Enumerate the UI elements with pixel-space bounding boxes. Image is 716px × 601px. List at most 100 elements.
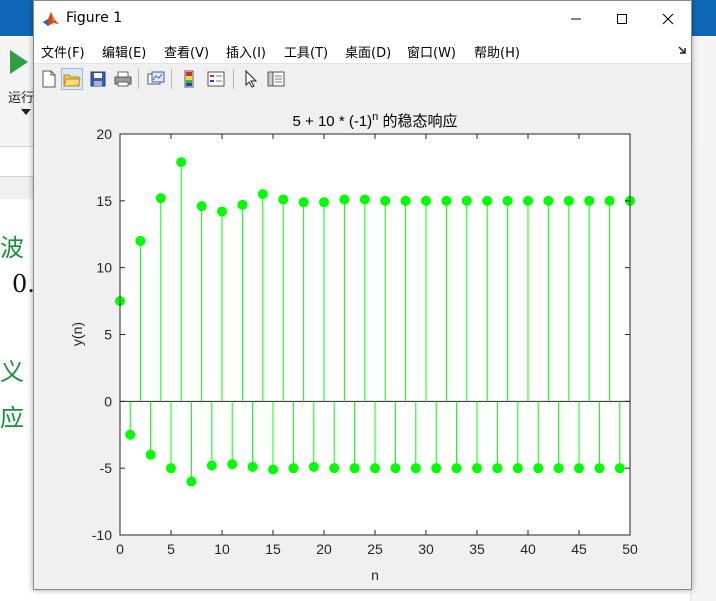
x-tick-label: 15 (265, 541, 281, 557)
stem-marker (319, 197, 329, 208)
open-file-button[interactable] (61, 68, 83, 90)
close-button[interactable] (645, 1, 691, 37)
run-label[interactable]: 运行 (8, 87, 34, 106)
stem-marker (533, 463, 544, 474)
stem-marker (217, 206, 227, 217)
stem-marker (441, 195, 452, 206)
x-tick-label: 50 (622, 541, 638, 557)
y-tick-label: 20 (96, 126, 112, 142)
stem-marker (421, 195, 431, 206)
stem-marker (155, 193, 166, 204)
menu-view[interactable]: 查看(V) (164, 42, 209, 61)
editor-line-1: 波 (0, 234, 24, 262)
run-dropdown-icon[interactable] (21, 109, 31, 115)
edit-plot-button[interactable] (240, 68, 262, 90)
menu-insert[interactable]: 插入(I) (226, 42, 266, 61)
stem-marker (431, 463, 442, 474)
chart-title: 5 + 10 * (-1)n 的稳态响应 (293, 111, 458, 130)
menu-edit[interactable]: 编辑(E) (102, 42, 146, 61)
stem-marker (594, 463, 605, 474)
stem-plot[interactable]: 0 5 10 15 20 25 30 35 40 45 50 -10 -5 0 5 10 15 20 5 + 10… (34, 94, 691, 588)
link-plot-button[interactable] (145, 68, 167, 90)
menu-help[interactable]: 帮助(H) (474, 42, 520, 61)
property-inspector-icon (267, 71, 285, 87)
y-tick-label: 10 (96, 260, 112, 276)
link-plot-icon (147, 71, 165, 85)
menu-desktop[interactable]: 桌面(D) (345, 42, 391, 61)
stem-marker (339, 194, 350, 205)
stem-marker (502, 195, 513, 206)
x-tick-label: 30 (418, 541, 434, 557)
x-tick-label: 40 (520, 541, 536, 557)
stem-marker (461, 195, 472, 206)
stem-marker (472, 463, 482, 474)
stem-marker (400, 195, 411, 206)
property-inspector-button[interactable] (265, 68, 287, 90)
toolbar-separator (233, 69, 234, 89)
stem-marker (492, 463, 503, 474)
dock-arrow-icon[interactable] (677, 45, 687, 55)
editor-scrollbar[interactable] (690, 146, 716, 601)
stem-marker (512, 463, 523, 474)
legend-button[interactable] (205, 68, 227, 90)
maximize-button[interactable] (599, 1, 645, 37)
stem-marker (166, 463, 176, 474)
menu-file[interactable]: 文件(F) (41, 42, 85, 61)
matlab-logo-icon (42, 10, 60, 28)
menu-tools[interactable]: 工具(T) (284, 42, 328, 61)
colorbar-button[interactable] (178, 68, 200, 90)
stem-marker (543, 195, 554, 206)
y-tick-label: -5 (100, 460, 113, 476)
new-figure-button[interactable] (38, 68, 60, 90)
run-icon[interactable] (10, 50, 28, 74)
x-tick-label: 5 (167, 541, 175, 557)
stem-marker (186, 476, 197, 487)
stem-marker (196, 201, 207, 212)
figure-title: Figure 1 (66, 10, 123, 26)
stem-marker (451, 463, 462, 474)
stem-marker (227, 459, 238, 470)
stem-marker (380, 195, 391, 206)
y-axis-label: y(n) (69, 322, 85, 346)
y-tick-label: 0 (104, 393, 112, 409)
edit-plot-pointer-icon (245, 70, 258, 88)
x-tick-label: 35 (469, 541, 485, 557)
editor-line-4: 应 (0, 404, 24, 432)
open-file-icon (63, 74, 81, 87)
stem-marker (482, 195, 493, 206)
axes-background (120, 134, 630, 535)
stem-marker (574, 463, 584, 474)
x-axis-label: n (371, 567, 379, 583)
save-button[interactable] (87, 68, 109, 90)
stem-marker (298, 197, 309, 208)
stem-marker (206, 460, 217, 471)
stem-marker (278, 194, 289, 205)
minimize-button[interactable] (553, 1, 599, 37)
figure-menubar: 文件(F) 编辑(E) 查看(V) 插入(I) 工具(T) 桌面(D) 窗口(W… (34, 37, 691, 63)
menu-window[interactable]: 窗口(W) (407, 42, 456, 61)
figure-window: Figure 1 文件(F) 编辑(E) 查看(V) 插入(I) 工具(T) 桌… (33, 0, 692, 590)
stem-marker (523, 195, 533, 206)
x-tick-label: 10 (214, 541, 230, 557)
editor-line-3: 义 (0, 358, 24, 386)
stem-marker (237, 199, 248, 210)
chart-title-base: 5 + 10 * (-1) (293, 113, 373, 130)
stem-marker (257, 189, 268, 200)
print-icon (114, 71, 132, 87)
stem-marker (125, 429, 136, 440)
minimize-icon (571, 18, 581, 20)
figure-titlebar[interactable]: Figure 1 (34, 1, 691, 37)
stem-marker (288, 463, 299, 474)
figure-canvas[interactable]: 0 5 10 15 20 25 30 35 40 45 50 -10 -5 0 5 10 15 20 5 + 10… (34, 94, 691, 588)
stem-marker (390, 463, 401, 474)
toolbar-separator (138, 69, 139, 89)
stem-marker (308, 461, 319, 472)
print-button[interactable] (112, 68, 134, 90)
stem-marker (268, 464, 278, 475)
y-tick-label: 5 (104, 327, 112, 343)
stem-marker (563, 195, 574, 206)
stem-marker (176, 157, 187, 168)
close-icon (662, 13, 674, 25)
figure-toolbar (34, 63, 691, 95)
stem-marker (410, 463, 421, 474)
